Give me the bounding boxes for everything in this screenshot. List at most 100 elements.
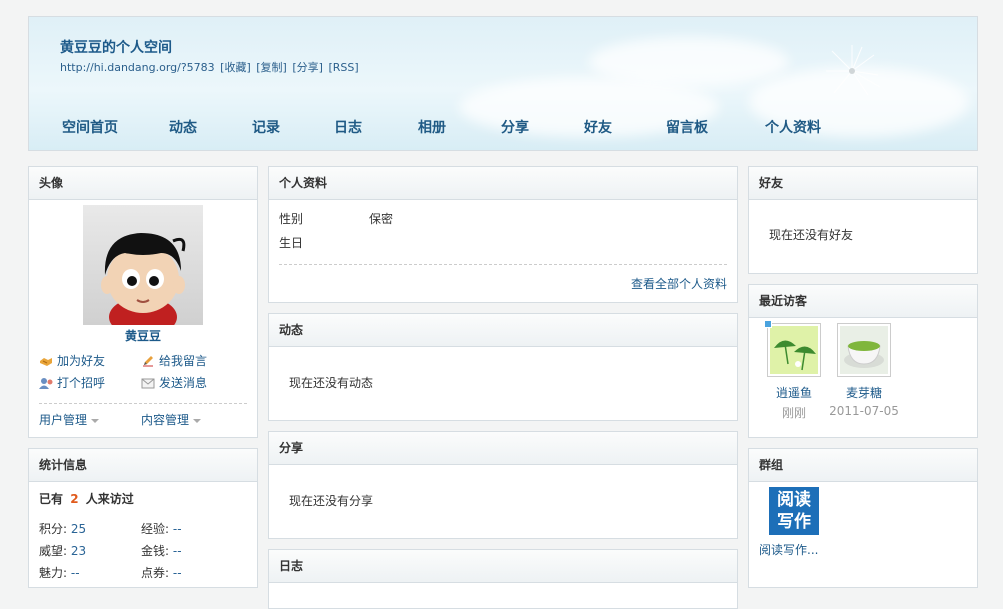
blog-panel: 日志 xyxy=(268,549,738,609)
stat-money-value: -- xyxy=(172,544,182,558)
space-url[interactable]: http://hi.dandang.org/?5783 xyxy=(60,61,215,74)
handshake-icon xyxy=(40,357,52,366)
stat-points-value: 25 xyxy=(70,522,87,536)
nav-feed[interactable]: 动态 xyxy=(169,117,197,137)
content-management-dropdown[interactable]: 内容管理 xyxy=(141,411,202,428)
stat-experience-label: 经验: xyxy=(141,522,170,536)
user-management-label: 用户管理 xyxy=(39,413,88,427)
nav-share[interactable]: 分享 xyxy=(501,117,529,137)
visitor-name[interactable]: 麦芽糖 xyxy=(824,384,904,401)
friends-empty-text: 现在还没有好友 xyxy=(769,228,854,242)
visit-suffix: 人来访过 xyxy=(85,492,134,506)
main-nav: 空间首页 动态 记录 日志 相册 分享 好友 留言板 个人资料 xyxy=(29,117,977,141)
stat-coupons: 点券: -- xyxy=(141,564,182,581)
content-management-label: 内容管理 xyxy=(141,413,190,427)
nav-blog[interactable]: 日志 xyxy=(334,117,362,137)
nav-friends[interactable]: 好友 xyxy=(584,117,612,137)
avatar-cartoon-icon xyxy=(101,233,186,325)
groups-panel-title: 群组 xyxy=(749,449,977,482)
friends-panel: 好友 现在还没有好友 xyxy=(748,166,978,274)
nav-home[interactable]: 空间首页 xyxy=(62,117,118,137)
stat-money-label: 金钱: xyxy=(141,544,170,558)
share-empty-text: 现在还没有分享 xyxy=(289,494,374,508)
add-friend-button[interactable]: 加为好友 xyxy=(39,352,105,369)
stat-prestige-value: 23 xyxy=(70,544,87,558)
umbrella-avatar-icon xyxy=(770,326,818,374)
view-all-profile-link[interactable]: 查看全部个人资料 xyxy=(631,275,727,292)
visit-summary: 已有 2 人来访过 xyxy=(39,490,134,507)
stat-charm-value: -- xyxy=(70,566,80,580)
visitor-avatar[interactable] xyxy=(767,323,821,377)
visitor-name[interactable]: 逍遥鱼 xyxy=(754,384,834,401)
nav-profile[interactable]: 个人资料 xyxy=(765,117,821,137)
share-panel: 分享 现在还没有分享 xyxy=(268,431,738,539)
dandelion-decoration xyxy=(826,45,881,96)
chevron-down-icon xyxy=(193,418,202,423)
stat-money: 金钱: -- xyxy=(141,542,182,559)
birthday-label: 生日 xyxy=(279,236,304,250)
feed-empty-text: 现在还没有动态 xyxy=(289,376,374,390)
stat-charm-label: 魅力: xyxy=(39,566,68,580)
stat-prestige: 威望: 23 xyxy=(39,542,86,559)
gender-value: 保密 xyxy=(369,212,394,226)
space-header: 黄豆豆的个人空间 http://hi.dandang.org/?5783 [收藏… xyxy=(28,16,978,151)
avatar-panel: 头像 黄豆豆 加为好友 给我留言 打个招呼 发送消息 用户管理 内容管理 xyxy=(28,166,258,438)
visit-prefix: 已有 xyxy=(39,492,64,506)
group-name[interactable]: 阅读写作... xyxy=(759,541,818,558)
stat-points: 积分: 25 xyxy=(39,520,86,537)
visitor-time: 2011-07-05 xyxy=(829,404,899,418)
send-message-button[interactable]: 发送消息 xyxy=(141,374,207,391)
stat-charm: 魅力: -- xyxy=(39,564,80,581)
divider xyxy=(39,403,247,404)
space-title: 黄豆豆的个人空间 xyxy=(60,40,172,56)
divider xyxy=(279,264,727,265)
pencil-icon xyxy=(143,355,153,366)
avatar-panel-title: 头像 xyxy=(29,167,257,200)
say-hello-label: 打个招呼 xyxy=(57,376,106,390)
say-hello-button[interactable]: 打个招呼 xyxy=(39,374,105,391)
add-friend-label: 加为好友 xyxy=(57,354,106,368)
blog-panel-title: 日志 xyxy=(269,550,737,583)
copy-link[interactable]: [复制] xyxy=(256,61,287,74)
groups-panel: 群组 阅读写作 阅读写作... xyxy=(748,448,978,588)
avatar[interactable] xyxy=(83,205,203,325)
feed-panel: 动态 现在还没有动态 xyxy=(268,313,738,421)
leave-message-label: 给我留言 xyxy=(159,354,208,368)
stat-coupons-label: 点券: xyxy=(141,566,170,580)
visitors-panel: 最近访客 逍遥鱼 刚刚 麦芽糖 2011-07-05 xyxy=(748,284,978,438)
nav-album[interactable]: 相册 xyxy=(418,117,446,137)
space-url-row: http://hi.dandang.org/?5783 [收藏] [复制] [分… xyxy=(60,59,361,75)
share-link[interactable]: [分享] xyxy=(292,61,323,74)
profile-panel: 个人资料 性别 保密 生日 查看全部个人资料 xyxy=(268,166,738,303)
stat-experience-value: -- xyxy=(172,522,182,536)
rss-link[interactable]: [RSS] xyxy=(328,61,358,74)
favorite-link[interactable]: [收藏] xyxy=(220,61,251,74)
friends-panel-title: 好友 xyxy=(749,167,977,200)
chevron-down-icon xyxy=(91,418,100,423)
people-wave-icon xyxy=(39,377,53,389)
group-logo[interactable]: 阅读写作 xyxy=(769,487,819,535)
tea-cup-avatar-icon xyxy=(840,326,888,374)
gender-label: 性别 xyxy=(279,212,304,226)
avatar-name[interactable]: 黄豆豆 xyxy=(29,327,257,344)
stat-prestige-label: 威望: xyxy=(39,544,68,558)
stats-panel-title: 统计信息 xyxy=(29,449,257,482)
user-management-dropdown[interactable]: 用户管理 xyxy=(39,411,100,428)
send-message-label: 发送消息 xyxy=(159,376,208,390)
visit-count: 2 xyxy=(70,492,79,506)
leave-message-button[interactable]: 给我留言 xyxy=(141,352,207,369)
visitor-avatar[interactable] xyxy=(837,323,891,377)
nav-records[interactable]: 记录 xyxy=(252,117,280,137)
stat-points-label: 积分: xyxy=(39,522,68,536)
online-status-icon xyxy=(764,320,772,328)
nav-guestbook[interactable]: 留言板 xyxy=(666,117,708,137)
stats-panel: 统计信息 已有 2 人来访过 积分: 25 经验: -- 威望: 23 金钱: … xyxy=(28,448,258,588)
feed-panel-title: 动态 xyxy=(269,314,737,347)
visitor-time: 刚刚 xyxy=(781,406,806,420)
envelope-icon xyxy=(141,378,155,388)
stat-experience: 经验: -- xyxy=(141,520,182,537)
visitors-panel-title: 最近访客 xyxy=(749,285,977,318)
share-panel-title: 分享 xyxy=(269,432,737,465)
stat-coupons-value: -- xyxy=(172,566,182,580)
profile-panel-title: 个人资料 xyxy=(269,167,737,200)
